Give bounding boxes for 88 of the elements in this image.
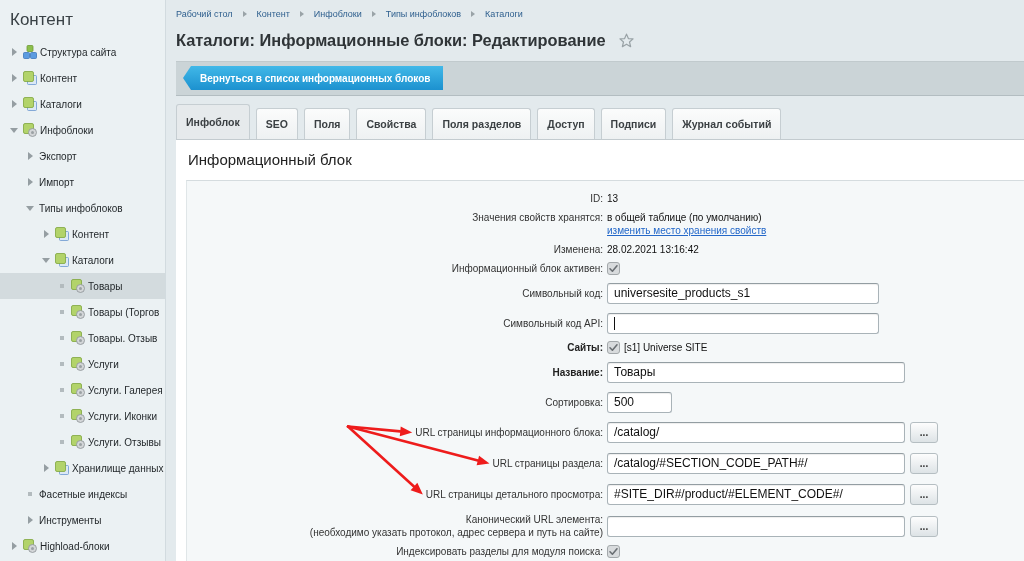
triangle-icon (242, 10, 247, 17)
field-value: в общей таблице (по умолчанию) (607, 211, 762, 224)
sidebar-item[interactable]: Фасетные индексы (0, 481, 165, 507)
sidebar-item[interactable]: Хранилище данных (0, 455, 165, 481)
text-field[interactable]: /catalog/#SECTION_CODE_PATH#/ (607, 453, 905, 474)
page-title: Каталоги: Информационные блоки: Редактирование (176, 30, 606, 51)
checkbox[interactable] (607, 341, 620, 354)
text-field[interactable]: /catalog/ (607, 422, 905, 443)
caret-right-icon[interactable] (11, 74, 17, 82)
sidebar-item[interactable]: Импорт (0, 169, 165, 195)
browse-button[interactable]: ... (910, 422, 938, 443)
triangle-icon (371, 10, 376, 17)
field-label: ID: (590, 192, 603, 205)
breadcrumb-link[interactable]: Рабочий стол (176, 8, 233, 19)
star-icon[interactable] (618, 32, 634, 48)
field-label: Информационный блок активен: (451, 262, 603, 275)
field-label: Индексировать разделы для модуля поиска: (396, 545, 603, 558)
caret-right-icon[interactable] (11, 542, 17, 550)
sidebar-item[interactable]: Товары (Торгов (0, 299, 165, 325)
tab[interactable]: SEO (255, 108, 298, 139)
breadcrumb-link[interactable]: Типы инфоблоков (385, 8, 462, 19)
checkbox[interactable] (607, 545, 620, 558)
text-field[interactable] (607, 515, 905, 537)
browse-button[interactable]: ... (910, 453, 938, 474)
field-label: Значения свойств хранятся: (472, 211, 603, 224)
site-name: [s1] Universe SITE (624, 341, 708, 354)
text-field[interactable]: #SITE_DIR#/product/#ELEMENT_CODE#/ (607, 484, 905, 505)
text-field[interactable]: Товары (607, 361, 905, 383)
sidebar-item[interactable]: Структура сайта (0, 39, 165, 65)
sidebar-item[interactable]: Highload-блоки (0, 533, 165, 559)
text-field[interactable] (607, 312, 879, 334)
change-storage-link[interactable]: изменить место хранения свойств (607, 224, 767, 237)
triangle-icon (299, 10, 304, 17)
field-label: Канонический URL элемента: (465, 513, 603, 526)
field-value: 13 (607, 192, 619, 205)
triangle-icon (471, 10, 476, 17)
caret-right-icon[interactable] (11, 48, 17, 56)
sidebar-item[interactable]: Каталоги (0, 247, 165, 273)
sidebar-item[interactable]: Товары. Отзыв (0, 325, 165, 351)
caret-down-icon[interactable] (42, 257, 50, 263)
text-field[interactable]: 500 (607, 391, 672, 413)
field-label: Изменена: (553, 243, 603, 256)
field-label: URL страницы информационного блока: (415, 426, 603, 439)
field-label: Название: (552, 365, 603, 379)
tab[interactable]: Доступ (537, 108, 595, 139)
sidebar-item[interactable]: Услуги. Иконки (0, 403, 165, 429)
sidebar-item[interactable]: Экспорт (0, 143, 165, 169)
sidebar-item[interactable]: Инфоблоки (0, 117, 165, 143)
sidebar-item[interactable]: Услуги (0, 351, 165, 377)
caret-right-icon[interactable] (27, 152, 33, 160)
caret-down-icon[interactable] (10, 127, 18, 133)
caret-right-icon[interactable] (11, 100, 17, 108)
panel-title: Информационный блок (187, 150, 353, 170)
tab[interactable]: Журнал событий (672, 108, 782, 139)
field-value: 28.02.2021 13:16:42 (607, 243, 699, 256)
browse-button[interactable]: ... (910, 515, 938, 537)
sidebar-item[interactable]: Инструменты (0, 507, 165, 533)
field-label: Сортировка: (545, 395, 603, 409)
sidebar-title: Контент (9, 9, 74, 31)
sidebar-item[interactable]: Товары (0, 273, 165, 299)
sidebar-item[interactable]: Контент (0, 221, 165, 247)
caret-down-icon[interactable] (26, 205, 34, 211)
sidebar-item[interactable]: Типы инфоблоков (0, 195, 165, 221)
tab[interactable]: Поля разделов (432, 108, 532, 139)
tab[interactable]: Свойства (356, 108, 427, 139)
breadcrumb-link[interactable]: Каталоги (485, 8, 523, 19)
caret-right-icon[interactable] (27, 516, 33, 524)
field-hint: (необходимо указать протокол, адрес сервера и путь на сайте) (309, 526, 603, 539)
caret-right-icon[interactable] (27, 178, 33, 186)
sidebar-item[interactable]: Контент (0, 65, 165, 91)
tab[interactable]: Поля (303, 108, 351, 139)
field-label: Символьный код API: (503, 316, 603, 330)
field-label: Сайты: (567, 341, 603, 354)
tab[interactable]: Подписи (600, 108, 667, 139)
text-field[interactable]: universesite_products_s1 (607, 282, 879, 304)
sidebar-item[interactable]: Услуги. Галерея (0, 377, 165, 403)
tab[interactable]: Инфоблок (176, 104, 250, 139)
caret-right-icon[interactable] (43, 464, 49, 472)
field-label: URL страницы детального просмотра: (425, 488, 603, 501)
sidebar-item[interactable]: Услуги. Отзывы (0, 429, 165, 455)
caret-right-icon[interactable] (43, 230, 49, 238)
checkbox[interactable] (607, 262, 620, 275)
sidebar-item[interactable]: Каталоги (0, 91, 165, 117)
breadcrumb-link[interactable]: Инфоблоки (313, 8, 362, 19)
breadcrumb-link[interactable]: Контент (256, 8, 290, 19)
browse-button[interactable]: ... (910, 484, 938, 505)
field-label: Символьный код: (522, 286, 603, 300)
field-label: URL страницы раздела: (492, 457, 603, 470)
